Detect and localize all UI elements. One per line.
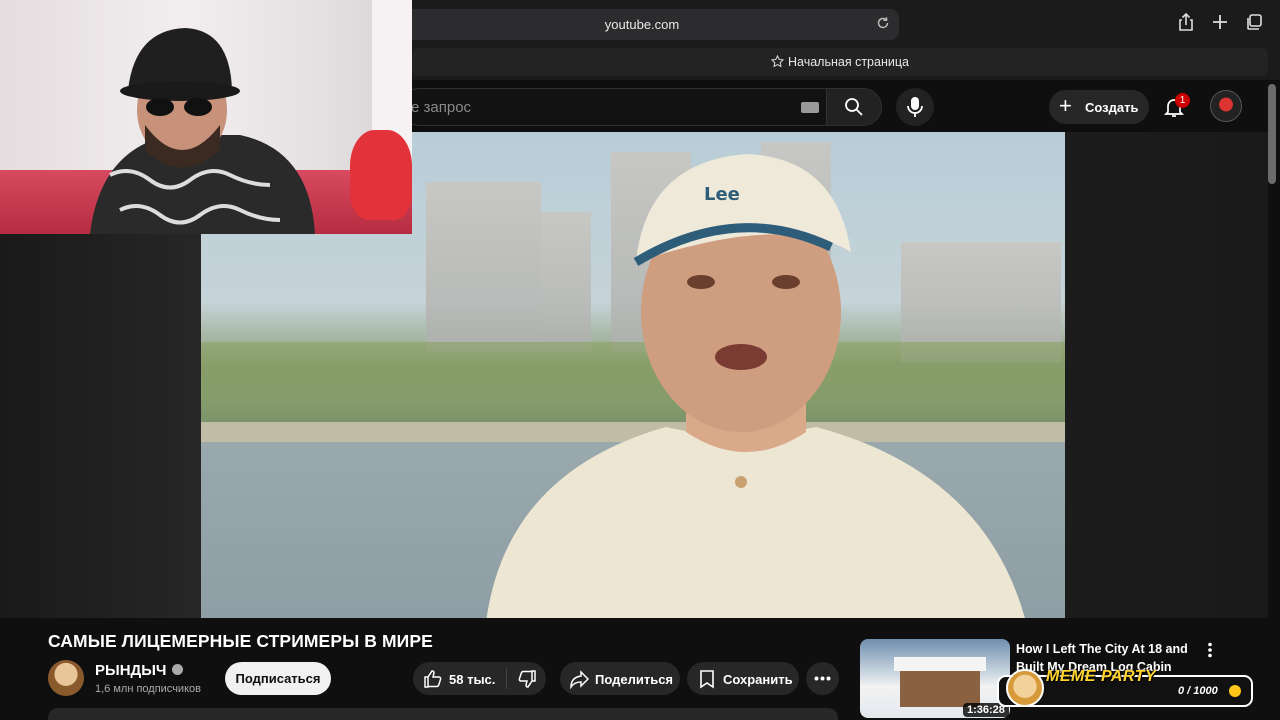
doge-icon	[1006, 669, 1044, 707]
video-title: САМЫЕ ЛИЦЕМЕРНЫЕ СТРИМЕРЫ В МИРЕ	[48, 631, 433, 651]
mic-icon	[907, 97, 923, 117]
plush-toy	[350, 130, 412, 220]
browser-actions	[1176, 12, 1264, 32]
snow-roof	[894, 657, 986, 671]
tab-home[interactable]: Начальная страница	[412, 55, 1268, 69]
address-bar[interactable]: youtube.com	[385, 9, 899, 40]
dislike-icon[interactable]	[517, 669, 537, 689]
streamer-figure	[90, 28, 315, 234]
like-count[interactable]: 58 тыс.	[449, 672, 495, 687]
create-button[interactable]: + Создать	[1049, 90, 1149, 124]
channel-name-row[interactable]: РЫНДЫЧ	[95, 662, 184, 679]
channel-name[interactable]: РЫНДЫЧ	[95, 662, 166, 679]
share-icon[interactable]	[1176, 12, 1196, 32]
meme-party-count: 0 / 1000	[1178, 685, 1218, 697]
url-text: youtube.com	[604, 17, 680, 32]
search-placeholder: е запрос	[411, 99, 472, 116]
more-vertical-icon[interactable]	[1206, 642, 1214, 658]
voice-search-button[interactable]	[896, 88, 934, 126]
verified-icon	[172, 664, 184, 675]
share-button[interactable]: Поделиться	[560, 662, 680, 695]
page-scrollbar[interactable]	[1268, 84, 1276, 184]
channel-avatar[interactable]	[48, 660, 84, 696]
more-horizontal-icon	[814, 676, 831, 681]
share-arrow-icon	[570, 670, 590, 689]
like-icon[interactable]	[423, 669, 443, 689]
new-tab-icon[interactable]	[1210, 12, 1230, 32]
save-button[interactable]: Сохранить	[687, 662, 799, 695]
search-icon	[845, 98, 863, 116]
create-label: Создать	[1085, 100, 1139, 115]
search-button[interactable]	[826, 88, 882, 126]
tabs-overview-icon[interactable]	[1244, 12, 1264, 32]
notification-badge: 1	[1175, 93, 1190, 108]
star-icon	[771, 55, 785, 68]
more-actions-button[interactable]	[806, 662, 839, 695]
tab-title-text: Начальная страница	[788, 55, 909, 69]
bookmark-icon	[700, 670, 714, 689]
account-avatar[interactable]	[1210, 90, 1242, 122]
tab-strip[interactable]: Начальная страница	[412, 48, 1268, 76]
save-label: Сохранить	[723, 672, 793, 687]
subscribe-button[interactable]: Подписаться	[225, 662, 331, 695]
webcam-overlay	[0, 0, 412, 234]
share-label: Поделиться	[595, 672, 674, 687]
like-dislike-group: 58 тыс.	[413, 662, 546, 695]
cabin-shape	[900, 667, 980, 707]
search-input[interactable]: е запрос	[400, 88, 827, 126]
meme-party-label: MEME PARTY	[1046, 668, 1157, 685]
subscriber-count: 1,6 млн подписчиков	[95, 683, 201, 695]
like-divider	[506, 668, 507, 689]
plus-icon: +	[1059, 93, 1072, 118]
reload-icon[interactable]	[875, 15, 891, 31]
speaker-figure: Lee	[486, 154, 1025, 618]
keyboard-icon[interactable]	[801, 102, 819, 113]
coin-icon	[1229, 685, 1241, 697]
cap-logo: Lee	[704, 184, 740, 205]
description-box[interactable]	[48, 708, 838, 720]
